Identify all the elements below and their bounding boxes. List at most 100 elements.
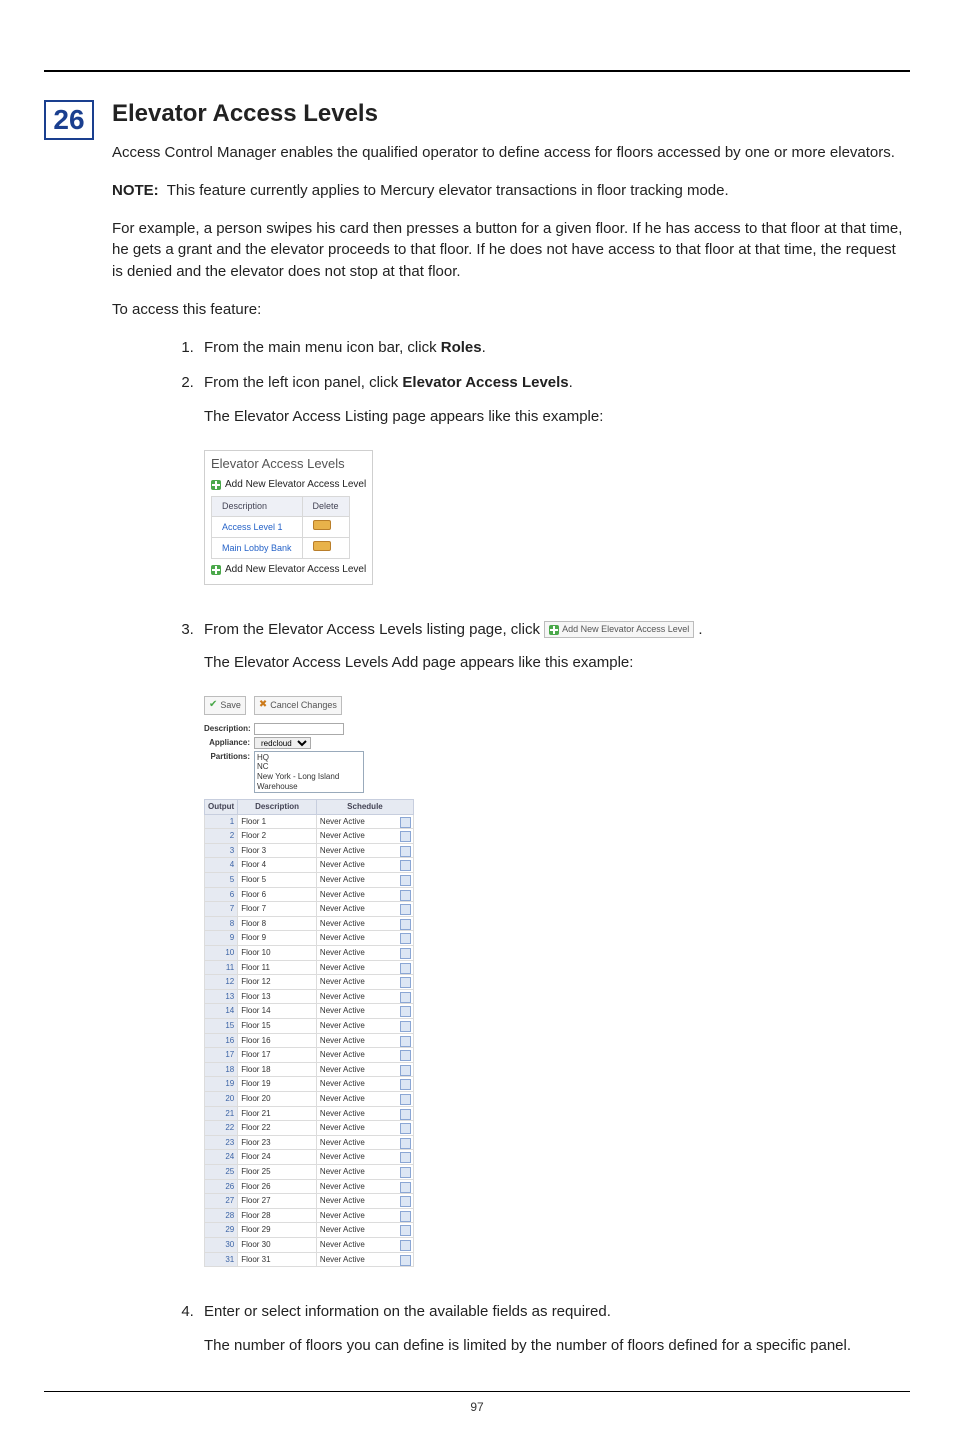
fig2-toolbar: ✔ Save ✖ Cancel Changes [204, 696, 414, 715]
appliance-select[interactable]: redcloud [254, 737, 311, 749]
floor-description: Floor 21 [238, 1106, 317, 1121]
schedule-select[interactable]: Never Active [316, 989, 413, 1004]
floor-row: 17Floor 17Never Active [205, 1048, 414, 1063]
floor-description: Floor 31 [238, 1252, 317, 1267]
floor-row: 14Floor 14Never Active [205, 1004, 414, 1019]
output-cell: 30 [205, 1237, 238, 1252]
schedule-select[interactable]: Never Active [316, 1004, 413, 1019]
schedule-select[interactable]: Never Active [316, 931, 413, 946]
floor-row: 12Floor 12Never Active [205, 975, 414, 990]
fig2-form: Description: Appliance: redcloud Partiti… [204, 723, 414, 793]
fig1-add-top[interactable]: Add New Elevator Access Level [205, 476, 372, 495]
schedule-select[interactable]: Never Active [316, 873, 413, 888]
step-2-subtext: The Elevator Access Listing page appears… [204, 406, 910, 428]
floor-description: Floor 16 [238, 1033, 317, 1048]
schedule-select[interactable]: Never Active [316, 1252, 413, 1267]
step-1-pre: From the main menu icon bar, click [204, 339, 441, 356]
partition-option[interactable]: HQ [257, 753, 361, 763]
output-cell: 1 [205, 814, 238, 829]
table-row: Main Lobby Bank [212, 538, 350, 559]
floor-description: Floor 11 [238, 960, 317, 975]
floor-row: 7Floor 7Never Active [205, 902, 414, 917]
output-cell: 29 [205, 1223, 238, 1238]
floor-row: 4Floor 4Never Active [205, 858, 414, 873]
schedule-select[interactable]: Never Active [316, 1091, 413, 1106]
schedule-select[interactable]: Never Active [316, 1019, 413, 1034]
schedule-select[interactable]: Never Active [316, 902, 413, 917]
schedule-select[interactable]: Never Active [316, 1135, 413, 1150]
page-number: 97 [44, 1392, 910, 1414]
output-cell: 9 [205, 931, 238, 946]
step-3-subtext: The Elevator Access Levels Add page appe… [204, 652, 910, 674]
schedule-select[interactable]: Never Active [316, 1223, 413, 1238]
access-level-link[interactable]: Access Level 1 [212, 517, 303, 538]
schedule-select[interactable]: Never Active [316, 960, 413, 975]
schedule-select[interactable]: Never Active [316, 1150, 413, 1165]
schedule-select[interactable]: Never Active [316, 829, 413, 844]
floor-description: Floor 28 [238, 1208, 317, 1223]
example-paragraph: For example, a person swipes his card th… [112, 218, 910, 283]
output-cell: 14 [205, 1004, 238, 1019]
output-cell: 5 [205, 873, 238, 888]
schedule-select[interactable]: Never Active [316, 1106, 413, 1121]
description-input[interactable] [254, 723, 344, 735]
fig1-add-label-bottom: Add New Elevator Access Level [225, 563, 366, 578]
plus-icon [211, 565, 221, 575]
step-4-text: Enter or select information on the avail… [204, 1303, 611, 1320]
floor-description: Floor 9 [238, 931, 317, 946]
floor-description: Floor 29 [238, 1223, 317, 1238]
floor-row: 15Floor 15Never Active [205, 1019, 414, 1034]
schedule-select[interactable]: Never Active [316, 975, 413, 990]
schedule-select[interactable]: Never Active [316, 1077, 413, 1092]
lbl-appliance: Appliance: [204, 737, 254, 749]
schedule-select[interactable]: Never Active [316, 1033, 413, 1048]
schedule-select[interactable]: Never Active [316, 946, 413, 961]
step-2: From the left icon panel, click Elevator… [198, 372, 910, 604]
fig1-title: Elevator Access Levels [205, 451, 372, 476]
floor-row: 1Floor 1Never Active [205, 814, 414, 829]
output-cell: 31 [205, 1252, 238, 1267]
cancel-button[interactable]: ✖ Cancel Changes [254, 696, 342, 715]
floor-row: 27Floor 27Never Active [205, 1194, 414, 1209]
schedule-select[interactable]: Never Active [316, 1179, 413, 1194]
step-2-pre: From the left icon panel, click [204, 374, 402, 391]
schedule-select[interactable]: Never Active [316, 1194, 413, 1209]
delete-cell [302, 538, 349, 559]
schedule-select[interactable]: Never Active [316, 858, 413, 873]
schedule-select[interactable]: Never Active [316, 887, 413, 902]
schedule-select[interactable]: Never Active [316, 843, 413, 858]
schedule-select[interactable]: Never Active [316, 1121, 413, 1136]
schedule-select[interactable]: Never Active [316, 814, 413, 829]
floor-description: Floor 17 [238, 1048, 317, 1063]
floor-row: 30Floor 30Never Active [205, 1237, 414, 1252]
schedule-select[interactable]: Never Active [316, 1062, 413, 1077]
cancel-label: Cancel Changes [270, 699, 337, 712]
floor-row: 3Floor 3Never Active [205, 843, 414, 858]
fig2-th-desc: Description [238, 800, 317, 815]
access-level-link[interactable]: Main Lobby Bank [212, 538, 303, 559]
fig1-add-bottom[interactable]: Add New Elevator Access Level [205, 561, 372, 580]
inline-add-button[interactable]: Add New Elevator Access Level [544, 621, 694, 638]
partition-option[interactable]: NC [257, 762, 361, 772]
schedule-select[interactable]: Never Active [316, 916, 413, 931]
step-1-bold: Roles [441, 339, 482, 356]
content-row: 26 Elevator Access Levels Access Control… [44, 100, 910, 1371]
schedule-select[interactable]: Never Active [316, 1164, 413, 1179]
cancel-icon: ✖ [259, 698, 267, 713]
schedule-select[interactable]: Never Active [316, 1048, 413, 1063]
floor-row: 9Floor 9Never Active [205, 931, 414, 946]
inline-btn-label: Add New Elevator Access Level [562, 623, 689, 636]
save-button[interactable]: ✔ Save [204, 696, 246, 715]
step-4-subtext: The number of floors you can define is l… [204, 1335, 910, 1357]
schedule-select[interactable]: Never Active [316, 1237, 413, 1252]
schedule-select[interactable]: Never Active [316, 1208, 413, 1223]
delete-button[interactable] [313, 520, 331, 530]
delete-button[interactable] [313, 541, 331, 551]
floor-description: Floor 30 [238, 1237, 317, 1252]
floor-description: Floor 15 [238, 1019, 317, 1034]
floor-row: 21Floor 21Never Active [205, 1106, 414, 1121]
output-cell: 19 [205, 1077, 238, 1092]
lbl-partitions: Partitions: [204, 751, 254, 763]
partitions-list[interactable]: HQNCNew York - Long Island Warehouse [254, 751, 364, 793]
partition-option[interactable]: New York - Long Island Warehouse [257, 772, 361, 791]
